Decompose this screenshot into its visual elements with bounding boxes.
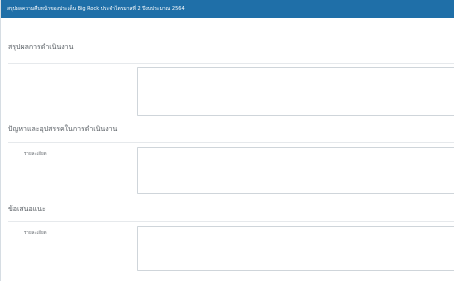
section-title-performance-summary: สรุปผลการดำเนินงาน [8,43,74,51]
suggestions-detail-textarea[interactable] [137,226,454,271]
divider [8,63,454,64]
problems-detail-textarea[interactable] [137,147,454,194]
divider [8,221,454,222]
report-page: สรุปผลความคืบหน้าของประเด็น Big Rock ประ… [0,0,454,281]
section-title-suggestions: ข้อเสนอแนะ [8,205,46,213]
suggestions-detail-label: รายละเอียด [24,231,47,236]
divider [8,142,454,143]
header-title: สรุปผลความคืบหน้าของประเด็น Big Rock ประ… [7,6,185,12]
problems-detail-label: รายละเอียด [24,152,47,157]
header-bar: สรุปผลความคืบหน้าของประเด็น Big Rock ประ… [1,0,454,18]
performance-summary-textarea[interactable] [137,67,454,116]
section-title-problems-obstacles: ปัญหาและอุปสรรคในการดำเนินงาน [8,125,118,133]
